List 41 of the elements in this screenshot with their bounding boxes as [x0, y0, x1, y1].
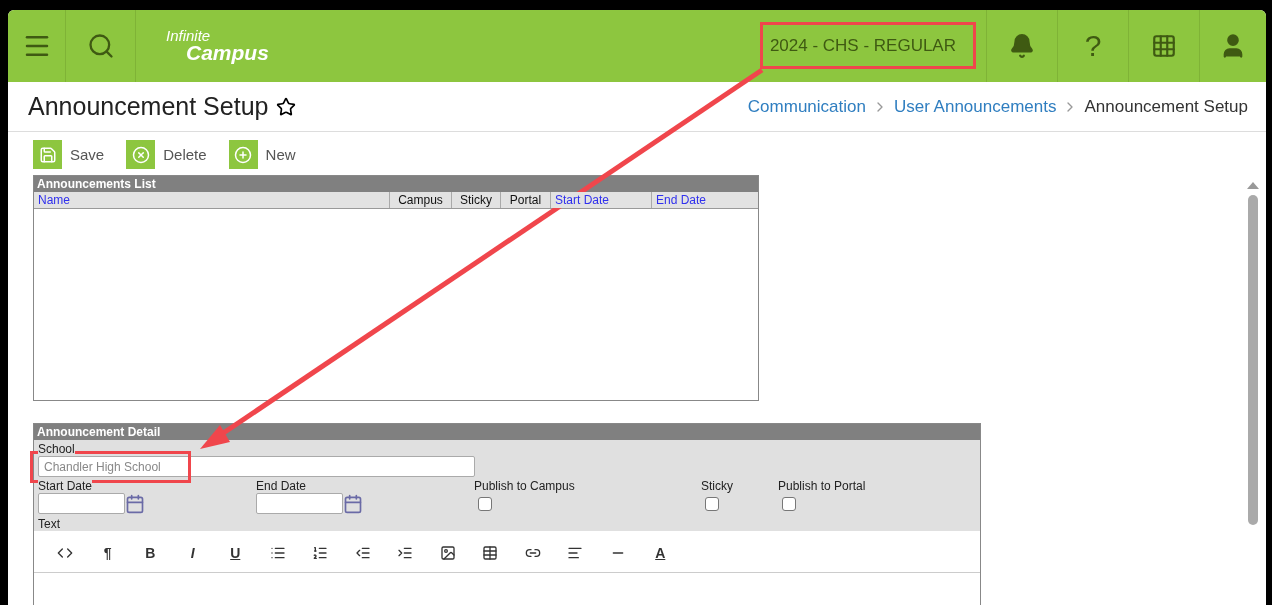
- search-icon: [86, 32, 115, 60]
- date-field[interactable]: [38, 493, 125, 514]
- school-field[interactable]: Chandler High School: [38, 456, 475, 477]
- logo: Infinite Campus: [165, 25, 269, 67]
- underline-tool[interactable]: U: [214, 537, 257, 568]
- new-icon: [234, 145, 253, 164]
- breadcrumb-link[interactable]: User Announcements: [893, 96, 1057, 117]
- color-tool[interactable]: A: [639, 537, 682, 568]
- checkbox[interactable]: [705, 497, 719, 511]
- date-field[interactable]: [256, 493, 343, 514]
- scroll-up-icon[interactable]: [1247, 182, 1259, 189]
- glyph-tool[interactable]: ¶: [86, 537, 129, 568]
- field-label: Start Date: [38, 479, 93, 493]
- star-icon[interactable]: [276, 96, 297, 117]
- field-label: Text: [38, 517, 60, 531]
- save-icon: [38, 145, 57, 164]
- panel-title: Announcement Detail: [34, 424, 980, 440]
- term-selector[interactable]: 2024 - CHS - REGULAR: [733, 10, 987, 82]
- calendar-icon[interactable]: [125, 493, 145, 514]
- checkbox[interactable]: [782, 497, 796, 511]
- checkbox[interactable]: [478, 497, 492, 511]
- new-button[interactable]: New: [228, 140, 296, 169]
- breadcrumb-link[interactable]: Communication: [747, 96, 866, 117]
- page-title: Announcement Setup: [28, 92, 269, 121]
- bold-tool[interactable]: B: [129, 537, 172, 568]
- checkbox-label: Publish to Campus: [474, 479, 575, 493]
- delete-button[interactable]: Delete: [126, 140, 207, 169]
- calendar-icon[interactable]: [343, 493, 363, 514]
- checkbox-label: Publish to Portal: [778, 479, 866, 493]
- field-label: School: [38, 442, 75, 456]
- checkbox-label: Sticky: [701, 479, 733, 493]
- field-label: End Date: [256, 479, 307, 493]
- current-page-label: Announcement Setup: [1084, 96, 1248, 117]
- help-button[interactable]: ?: [1058, 10, 1129, 82]
- italic-tool[interactable]: I: [171, 537, 214, 568]
- grid-icon: [1151, 33, 1177, 59]
- panel-title: Announcements List: [34, 176, 758, 192]
- delete-icon: [131, 145, 150, 164]
- bell-icon: [1009, 33, 1035, 59]
- save-button[interactable]: Save: [33, 140, 105, 169]
- scrollbar-thumb[interactable]: [1248, 195, 1258, 525]
